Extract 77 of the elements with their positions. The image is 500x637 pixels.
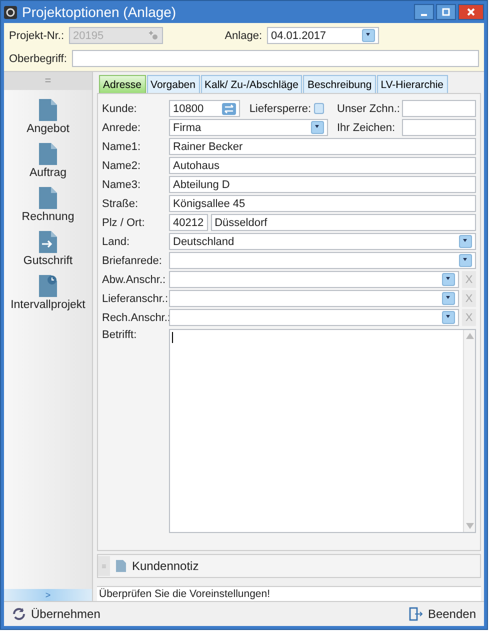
postal-code-field[interactable]: 40212 bbox=[169, 214, 208, 231]
oberbegriff-label: Oberbegriff: bbox=[9, 52, 67, 64]
text-field[interactable]: Rainer Becker bbox=[169, 138, 476, 155]
field-label: Name3: bbox=[102, 178, 142, 190]
delivery-block-checkbox[interactable] bbox=[314, 103, 324, 114]
project-number-label: Projekt-Nr.: bbox=[9, 30, 64, 42]
document-icon bbox=[116, 560, 126, 572]
document-icon bbox=[39, 187, 57, 209]
dropdown-icon bbox=[442, 292, 455, 305]
tab[interactable]: Vorgaben bbox=[146, 75, 200, 93]
city-field[interactable]: Düsseldorf bbox=[210, 214, 476, 231]
sidebar-item[interactable]: Intervallprojekt bbox=[4, 272, 92, 314]
dropdown-icon bbox=[311, 121, 324, 134]
document-arrow-icon bbox=[39, 231, 57, 253]
field-label: Abw.Anschr.: bbox=[102, 274, 166, 286]
dropdown-icon bbox=[442, 311, 455, 324]
salutation-dropdown[interactable]: Firma bbox=[169, 119, 328, 136]
dropdown-field[interactable] bbox=[169, 252, 476, 269]
exit-icon bbox=[408, 607, 423, 621]
date-label: Anlage: bbox=[224, 30, 262, 42]
tab[interactable]: Beschreibung bbox=[303, 75, 376, 93]
minimize-button[interactable] bbox=[414, 4, 434, 20]
our-reference-field[interactable] bbox=[402, 100, 476, 117]
field-label: Anrede: bbox=[102, 122, 142, 134]
maximize-button[interactable] bbox=[436, 4, 456, 20]
scrollbar[interactable] bbox=[463, 330, 475, 532]
close-button[interactable] bbox=[458, 4, 484, 20]
subject-textarea[interactable] bbox=[169, 329, 476, 533]
delivery-block-label: Liefersperre: bbox=[249, 102, 312, 114]
field-label: Plz / Ort: bbox=[102, 216, 146, 228]
dropdown-field[interactable] bbox=[169, 271, 459, 288]
field-label: Lieferanschr.: bbox=[102, 292, 166, 304]
scroll-down-icon bbox=[466, 523, 474, 529]
tab[interactable]: LV-Hierarchie bbox=[376, 75, 448, 93]
window-title: Projektoptionen (Anlage) bbox=[22, 4, 178, 20]
status-message: Überprüfen Sie die Voreinstellungen! bbox=[97, 586, 481, 601]
dropdown-field[interactable]: Deutschland bbox=[169, 233, 476, 250]
field-label: Name1: bbox=[102, 140, 142, 152]
exit-button[interactable]: Beenden bbox=[402, 605, 482, 623]
our-reference-label: Unser Zchn.: bbox=[337, 102, 399, 114]
field-label: Kunde: bbox=[102, 102, 138, 114]
app-icon bbox=[4, 6, 17, 18]
apply-button[interactable]: Übernehmen bbox=[6, 605, 106, 623]
scroll-up-icon bbox=[466, 333, 474, 339]
text-field[interactable]: Königsallee 45 bbox=[169, 195, 476, 212]
dropdown-icon bbox=[362, 29, 375, 42]
your-reference-field[interactable] bbox=[402, 119, 476, 136]
field-label: Name2: bbox=[102, 160, 142, 172]
document-icon bbox=[39, 143, 57, 165]
maximize-icon bbox=[442, 8, 450, 16]
dropdown-icon bbox=[459, 235, 472, 248]
close-icon bbox=[467, 8, 475, 16]
dropdown-icon bbox=[442, 273, 455, 286]
field-label: Betrifft: bbox=[102, 329, 138, 343]
sidebar-item[interactable]: Gutschrift bbox=[4, 228, 92, 270]
note-label: Kundennotiz bbox=[132, 559, 199, 573]
swap-icon bbox=[222, 102, 236, 114]
sidebar-item[interactable]: Rechnung bbox=[4, 184, 92, 226]
field-label: Land: bbox=[102, 236, 131, 248]
date-field[interactable]: 04.01.2017 bbox=[267, 27, 379, 44]
dropdown-field[interactable] bbox=[169, 290, 459, 307]
your-reference-label: Ihr Zeichen: bbox=[337, 122, 396, 134]
refresh-icon bbox=[12, 607, 26, 621]
customer-field[interactable]: 10800 bbox=[169, 100, 240, 117]
oberbegriff-field[interactable] bbox=[72, 50, 479, 67]
tab[interactable]: Kalk/ Zu-/Abschläge bbox=[200, 75, 302, 93]
text-field[interactable]: Abteilung D bbox=[169, 176, 476, 193]
document-clock-icon bbox=[39, 275, 57, 297]
text-field[interactable]: Autohaus bbox=[169, 157, 476, 174]
dropdown-icon bbox=[459, 254, 472, 267]
field-label: Briefanrede: bbox=[102, 254, 163, 266]
sidebar-item[interactable]: Auftrag bbox=[4, 140, 92, 182]
document-icon bbox=[39, 99, 57, 121]
tab[interactable]: Adresse bbox=[99, 75, 146, 93]
sidebar-item[interactable]: Angebot bbox=[4, 96, 92, 138]
dropdown-field[interactable] bbox=[169, 309, 459, 326]
field-label: Straße: bbox=[102, 198, 140, 210]
